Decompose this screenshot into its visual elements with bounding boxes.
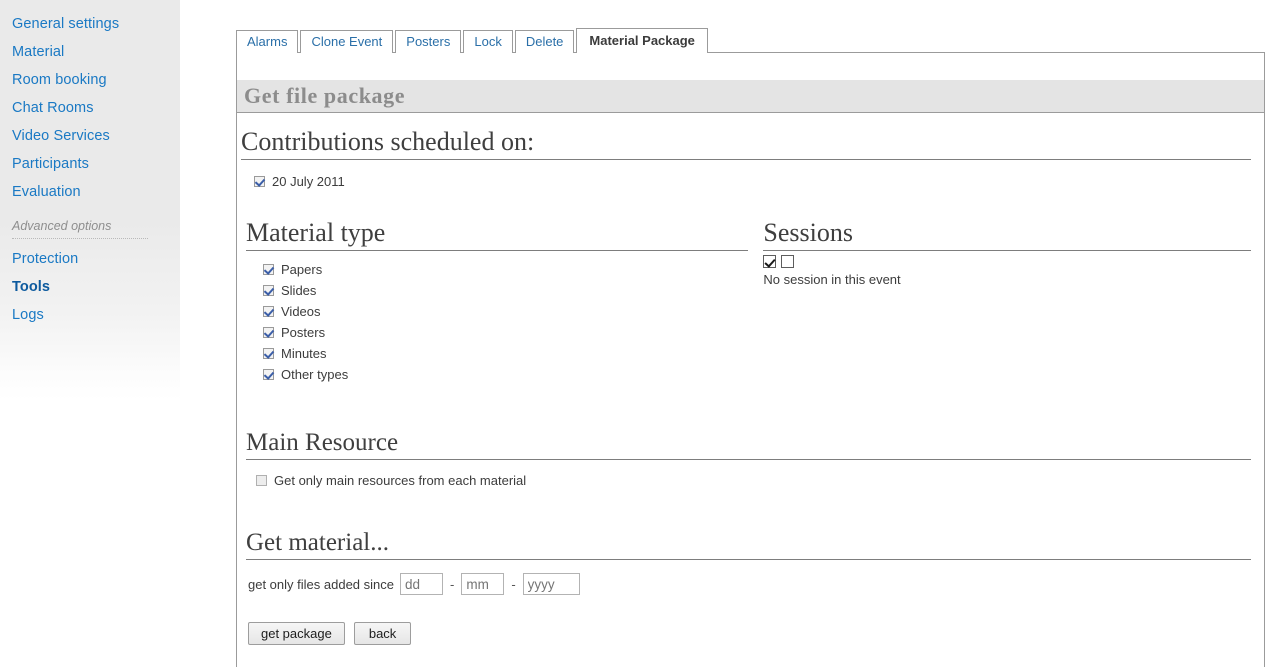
main-resource-row[interactable]: Get only main resources from each materi… (246, 460, 1251, 491)
material-type-checkbox-slides[interactable] (263, 285, 274, 296)
contribution-date-checkbox[interactable] (254, 176, 265, 187)
tab-material-package[interactable]: Material Package (576, 28, 708, 53)
page-root: General settings Material Room booking C… (0, 0, 1277, 667)
get-material-section: Get material... get only files added sin… (241, 515, 1251, 645)
material-type-row-minutes[interactable]: Minutes (263, 343, 748, 364)
material-type-checkbox-videos[interactable] (263, 306, 274, 317)
sessions-heading: Sessions (763, 218, 853, 247)
material-type-label-videos: Videos (281, 304, 321, 319)
added-since-row: get only files added since - - (246, 560, 1251, 595)
sidebar-item-evaluation[interactable]: Evaluation (0, 178, 180, 206)
main-resource-section: Main Resource Get only main resources fr… (241, 415, 1251, 491)
sidebar-item-room-booking[interactable]: Room booking (0, 66, 180, 94)
material-type-checkbox-posters[interactable] (263, 327, 274, 338)
sidebar: General settings Material Room booking C… (0, 0, 180, 400)
month-input[interactable] (461, 573, 505, 595)
material-type-checkbox-other-types[interactable] (263, 369, 274, 380)
sessions-select-all-checkbox[interactable] (763, 255, 777, 268)
sidebar-divider (12, 238, 148, 239)
sessions-select-none-checkbox[interactable] (781, 255, 795, 268)
back-button[interactable]: back (353, 622, 412, 645)
sidebar-section-advanced-options: Advanced options (12, 219, 112, 233)
contribution-date-row[interactable]: 20 July 2011 (254, 171, 1251, 192)
tab-bar: Alarms Clone Event Posters Lock Delete M… (236, 28, 708, 53)
added-since-label: get only files added since (248, 576, 394, 592)
page-header-bar: Get file package (237, 80, 1264, 113)
material-type-heading: Material type (246, 218, 386, 247)
material-type-row-slides[interactable]: Slides (263, 280, 748, 301)
material-type-checkbox-minutes[interactable] (263, 348, 274, 359)
contribution-date-label: 20 July 2011 (272, 174, 345, 189)
material-type-label-other-types: Other types (281, 367, 349, 382)
material-type-label-minutes: Minutes (281, 346, 327, 361)
year-input[interactable] (522, 573, 580, 595)
material-type-column: Material type Papers Slides Videos Poste… (241, 204, 749, 385)
page-title: Get file package (244, 83, 406, 108)
panel-top-gap (237, 53, 1264, 80)
tab-alarms[interactable]: Alarms (236, 30, 299, 53)
date-separator-2: - (511, 576, 516, 592)
sidebar-item-participants[interactable]: Participants (0, 150, 180, 178)
sessions-toggle-group (763, 251, 1251, 268)
sidebar-item-material[interactable]: Material (0, 38, 180, 66)
sidebar-item-chat-rooms[interactable]: Chat Rooms (0, 94, 180, 122)
material-type-checkbox-papers[interactable] (263, 264, 274, 275)
contributions-heading: Contributions scheduled on: (241, 127, 535, 156)
sidebar-item-logs[interactable]: Logs (0, 301, 180, 329)
main-resource-heading: Main Resource (246, 429, 399, 456)
sidebar-item-protection[interactable]: Protection (0, 245, 180, 273)
sessions-column: Sessions No session in this event (748, 204, 1251, 385)
main-resource-label: Get only main resources from each materi… (274, 473, 527, 488)
material-type-label-papers: Papers (281, 262, 323, 277)
get-material-heading: Get material... (246, 529, 389, 556)
material-type-label-posters: Posters (281, 325, 326, 340)
action-buttons: get package back (246, 595, 1251, 645)
sidebar-item-video-services[interactable]: Video Services (0, 122, 180, 150)
material-type-row-videos[interactable]: Videos (263, 301, 748, 322)
material-type-row-other-types[interactable]: Other types (263, 364, 748, 385)
tab-lock[interactable]: Lock (463, 30, 513, 53)
sessions-empty-message: No session in this event (763, 272, 901, 287)
day-input[interactable] (399, 573, 443, 595)
material-sessions-columns: Material type Papers Slides Videos Poste… (241, 192, 1251, 385)
sidebar-item-tools[interactable]: Tools (0, 273, 180, 301)
content-panel: Get file package Contributions scheduled… (236, 52, 1265, 667)
tab-posters[interactable]: Posters (395, 30, 462, 53)
sidebar-item-general-settings[interactable]: General settings (0, 10, 180, 38)
material-type-label-slides: Slides (281, 283, 317, 298)
contribution-dates-list: 20 July 2011 (241, 160, 1251, 192)
material-type-row-papers[interactable]: Papers (263, 259, 748, 280)
tab-clone-event[interactable]: Clone Event (300, 30, 394, 53)
form-body: Contributions scheduled on: 20 July 2011… (237, 113, 1264, 645)
material-type-row-posters[interactable]: Posters (263, 322, 748, 343)
tab-delete[interactable]: Delete (514, 30, 575, 53)
get-package-button[interactable]: get package (248, 622, 345, 645)
date-separator-1: - (449, 576, 455, 592)
material-type-options: Papers Slides Videos Posters Minutes Oth… (246, 251, 748, 385)
main-resource-checkbox[interactable] (256, 475, 267, 486)
